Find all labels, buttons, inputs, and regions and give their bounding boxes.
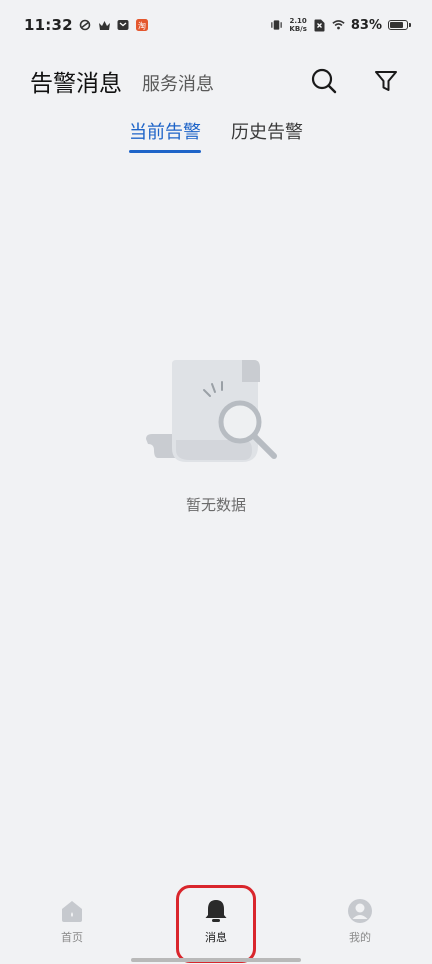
nav-label-messages: 消息 [205,931,227,944]
nav-label-profile: 我的 [349,931,371,944]
header-actions [308,65,402,97]
search-icon [311,68,337,94]
no-sim-icon [313,19,326,32]
search-button[interactable] [308,65,340,97]
wifi-icon [332,19,345,32]
network-speed-unit: KB/s [289,25,307,33]
nav-item-home[interactable]: 首页 [27,898,117,945]
filter-icon [375,71,397,91]
nav-label-home: 首页 [61,931,83,944]
service-messages-tab[interactable]: 服务消息 [142,70,214,96]
empty-state-text: 暂无数据 [185,496,246,514]
page-title[interactable]: 告警消息 [30,64,122,98]
home-icon [59,898,85,924]
empty-data-illustration [146,360,277,462]
alert-tabs: 当前告警 历史告警 [0,118,432,153]
home-indicator[interactable] [131,958,301,962]
filter-button[interactable] [370,65,402,97]
battery-percent: 83% [350,17,382,33]
app-header: 告警消息 服务消息 [0,56,432,106]
nav-item-profile[interactable]: 我的 [315,898,405,945]
clock: 11:32 [24,16,73,34]
status-left: 11:32 淘 [24,16,149,34]
tab-history-alerts[interactable]: 历史告警 [231,118,303,152]
battery-level [390,22,404,28]
network-speed: 2.10 KB/s [289,17,306,33]
empty-state: 暂无数据 [0,356,432,515]
vibrate-icon [270,19,283,32]
profile-icon [347,898,373,924]
status-bar: 11:32 淘 2.10 KB/s 83% [0,0,432,50]
network-speed-value: 2.10 [289,17,307,25]
bell-icon [203,898,229,924]
svg-text:淘: 淘 [138,21,146,31]
mail-icon [117,19,130,32]
sync-icon [79,19,92,32]
nav-item-messages[interactable]: 消息 [171,898,261,945]
taobao-icon: 淘 [136,19,149,32]
tab-current-alerts[interactable]: 当前告警 [129,118,201,153]
battery-icon [388,20,411,30]
bottom-navigation: 首页 消息 我的 [0,882,432,964]
crown-icon [98,19,111,32]
status-right: 2.10 KB/s 83% [270,17,411,33]
